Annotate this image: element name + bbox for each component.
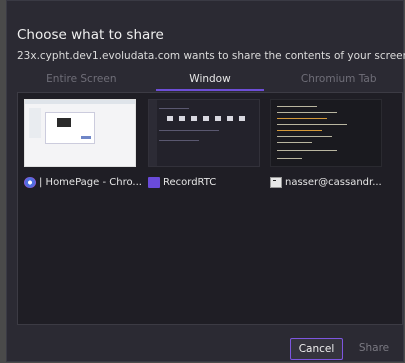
tab-entire-screen[interactable]: Entire Screen <box>17 72 146 92</box>
tab-window[interactable]: Window <box>146 72 275 92</box>
window-item-recordrtc[interactable]: RecordRTC <box>148 99 268 188</box>
cancel-button[interactable]: Cancel <box>290 338 343 360</box>
share-dialog: Choose what to share 23x.cypht.dev1.evol… <box>6 0 405 362</box>
folder-icon <box>148 177 160 188</box>
tab-chromium-tab[interactable]: Chromium Tab <box>274 72 403 92</box>
window-label: RecordRTC <box>163 177 217 188</box>
window-item-homepage[interactable]: | HomePage - Chro... <box>24 99 144 188</box>
window-label: nasser@cassandr... <box>285 177 382 188</box>
window-list: | HomePage - Chro... RecordRTC nasser@ca… <box>17 92 403 325</box>
window-label: | HomePage - Chro... <box>39 177 142 188</box>
window-item-terminal[interactable]: nasser@cassandr... <box>270 99 390 188</box>
source-tabs: Entire Screen Window Chromium Tab <box>17 72 403 92</box>
share-button[interactable]: Share <box>354 338 394 360</box>
dialog-subtitle: 23x.cypht.dev1.evoludata.com wants to sh… <box>17 50 405 62</box>
window-thumbnail <box>270 99 382 167</box>
window-thumbnail <box>24 99 136 167</box>
dialog-title: Choose what to share <box>17 27 164 43</box>
terminal-icon <box>270 177 282 188</box>
chromium-icon <box>24 177 36 188</box>
window-thumbnail <box>148 99 260 167</box>
